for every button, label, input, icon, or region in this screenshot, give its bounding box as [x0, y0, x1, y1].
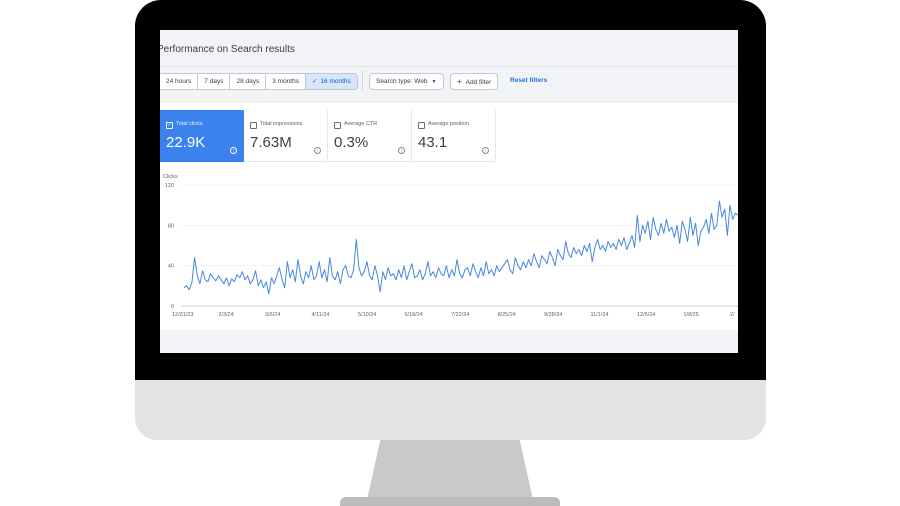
chart-footer — [160, 330, 738, 353]
checkmark-icon: ✓ — [311, 78, 318, 85]
checkbox-icon[interactable] — [418, 122, 425, 129]
monitor-stand — [367, 440, 533, 500]
x-tick-label: 1/8/25 — [684, 312, 699, 318]
x-tick-label: 11/1/24 — [591, 312, 609, 318]
x-tick-label: 6/18/24 — [405, 312, 423, 318]
x-tick-label: 12/31/23 — [172, 312, 193, 318]
x-tick-label: 7/22/24 — [451, 312, 469, 318]
metric-value: 0.3% — [334, 134, 369, 151]
metric-value: 7.63M — [250, 134, 292, 151]
clicks-series-line — [183, 200, 738, 295]
add-filter-button[interactable]: + Add filter — [450, 73, 499, 90]
date-range-28-days[interactable]: 28 days — [230, 74, 267, 89]
y-tick-label: 80 — [168, 223, 174, 229]
date-range-7-days[interactable]: 7 days — [198, 74, 231, 89]
monitor-chin — [135, 380, 766, 440]
date-range-3-months[interactable]: 3 months — [266, 74, 306, 89]
checkbox-checked-icon[interactable]: ✓ — [166, 122, 173, 129]
y-tick-label: 120 — [165, 183, 174, 189]
x-tick-label: 2/ — [730, 312, 735, 318]
filter-divider — [362, 71, 363, 90]
date-range-selector: 24 hours 7 days 28 days 3 months ✓ 16 mon… — [160, 73, 358, 90]
y-tick-label: 40 — [168, 264, 174, 270]
monitor-screen: Performance on Search results 24 hours 7… — [160, 30, 738, 353]
clicks-chart: Clicks 0 40 80 120 12/31/23 2/3/24 3/6/24 4/11/2… — [160, 170, 738, 330]
metric-label: Average position — [428, 121, 469, 127]
help-icon[interactable]: ? — [482, 147, 489, 154]
y-tick-label: 0 — [171, 304, 174, 310]
monitor-foot — [340, 497, 560, 506]
date-range-label: 28 days — [236, 78, 260, 85]
metric-label: Average CTR — [344, 121, 378, 127]
metric-card-total-clicks[interactable]: ✓ Total clicks 22.9K ? — [160, 110, 244, 162]
x-tick-label: 4/11/24 — [312, 312, 330, 318]
filter-bar: 24 hours 7 days 28 days 3 months ✓ 16 mon… — [160, 67, 738, 103]
help-icon[interactable]: ? — [398, 147, 405, 154]
date-range-label: 3 months — [272, 78, 299, 85]
x-tick-label: 12/5/24 — [637, 312, 655, 318]
checkbox-icon[interactable] — [334, 122, 341, 129]
metric-card-average-position[interactable]: Average position 43.1 ? — [412, 110, 496, 162]
y-axis-title: Clicks — [163, 174, 178, 180]
metric-label: Total impressions — [260, 121, 303, 127]
date-range-label: 16 months — [320, 78, 351, 85]
x-tick-label: 3/6/24 — [265, 312, 280, 318]
x-tick-label: 8/25/24 — [498, 312, 516, 318]
date-range-16-months[interactable]: ✓ 16 months — [305, 74, 357, 89]
date-range-label: 7 days — [204, 78, 224, 85]
date-range-label: 24 hours — [166, 78, 192, 85]
metric-card-average-ctr[interactable]: Average CTR 0.3% ? — [328, 110, 412, 162]
metric-value: 43.1 — [418, 134, 448, 151]
help-icon[interactable]: ? — [314, 147, 321, 154]
checkbox-icon[interactable] — [250, 122, 257, 129]
date-range-24-hours[interactable]: 24 hours — [160, 74, 199, 89]
metric-label: Total clicks — [176, 121, 203, 127]
plus-icon: + — [457, 77, 462, 86]
page-header: Performance on Search results — [160, 30, 738, 67]
reset-filters-link[interactable]: Reset filters — [510, 77, 547, 84]
caret-down-icon: ▼ — [431, 79, 437, 85]
metric-cards: ✓ Total clicks 22.9K ? Total impressions… — [160, 110, 496, 162]
x-tick-label: 9/28/24 — [544, 312, 562, 318]
search-type-label: Search type: Web — [376, 78, 428, 85]
add-filter-label: Add filter — [465, 79, 492, 86]
x-tick-label: 5/10/24 — [358, 312, 376, 318]
search-type-dropdown[interactable]: Search type: Web ▼ — [369, 73, 444, 90]
clicks-chart-svg: Clicks 0 40 80 120 12/31/23 2/3/24 3/6/24 4/11/2… — [163, 174, 738, 318]
page-title: Performance on Search results — [160, 44, 295, 55]
x-tick-label: 2/3/24 — [219, 312, 234, 318]
metric-value: 22.9K — [166, 134, 206, 151]
metric-card-total-impressions[interactable]: Total impressions 7.63M ? — [244, 110, 328, 162]
monitor-illustration: Performance on Search results 24 hours 7… — [0, 0, 900, 506]
help-icon[interactable]: ? — [230, 147, 237, 154]
